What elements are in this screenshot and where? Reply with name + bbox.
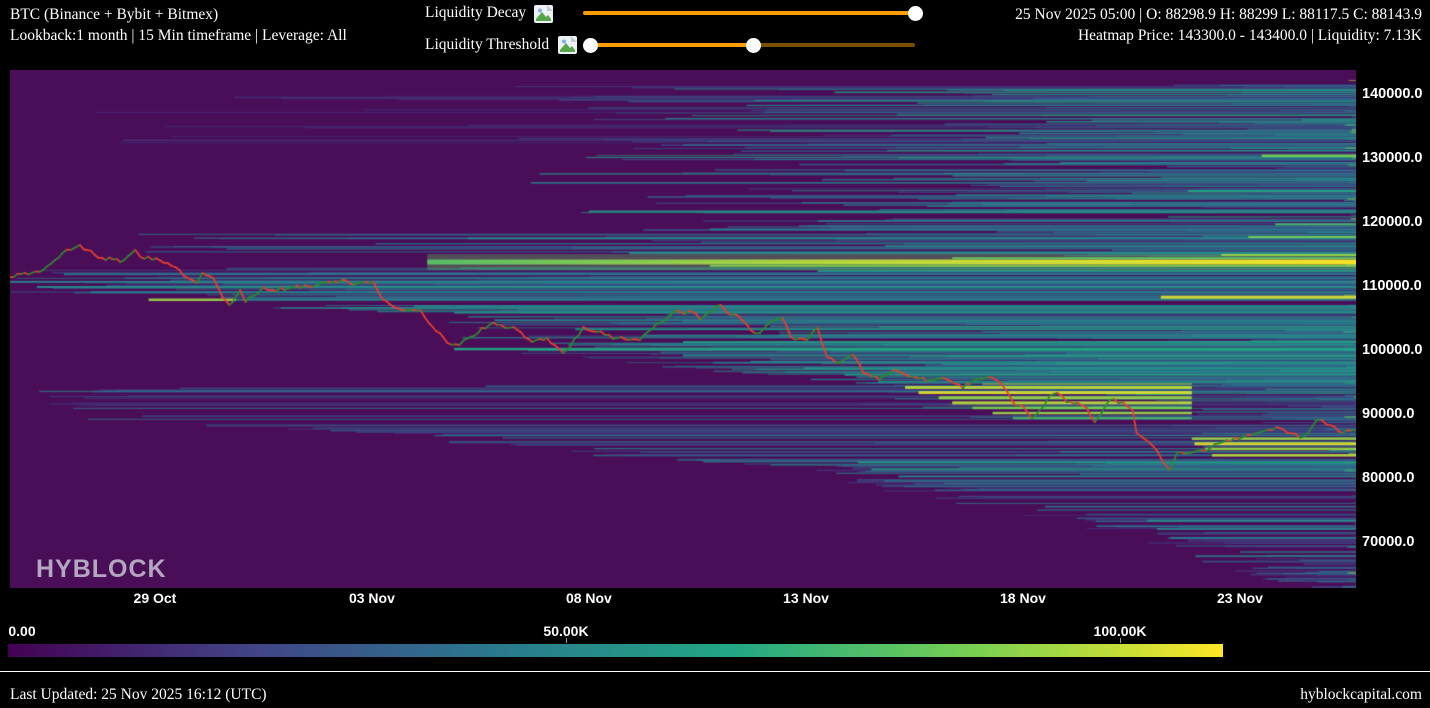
y-axis-label: 70000.0	[1362, 534, 1414, 550]
y-axis-label: 100000.0	[1362, 342, 1422, 358]
x-axis-label: 08 Nov	[549, 590, 629, 606]
colorbar-gradient	[8, 644, 1223, 657]
y-axis-label: 90000.0	[1362, 406, 1414, 422]
y-axis-label: 110000.0	[1362, 278, 1422, 294]
liquidity-decay-slider-thumb[interactable]	[908, 6, 923, 21]
y-axis-label: 130000.0	[1362, 150, 1422, 166]
colorbar-tick	[566, 638, 567, 643]
heatmap-hover-readout: Heatmap Price: 143300.0 - 143400.0 | Liq…	[1015, 25, 1422, 46]
footer-divider	[0, 671, 1430, 672]
liquidation-heatmap-app: BTC (Binance + Bybit + Bitmex) Lookback:…	[0, 0, 1430, 708]
liquidity-threshold-high-thumb[interactable]	[746, 38, 761, 53]
liquidity-threshold-label: Liquidity Threshold	[425, 36, 549, 54]
y-axis-label: 120000.0	[1362, 214, 1422, 230]
x-axis-label: 03 Nov	[332, 590, 412, 606]
colorbar-label: 0.00	[0, 623, 67, 639]
liquidity-threshold-low-thumb[interactable]	[583, 38, 598, 53]
x-axis-label: 13 Nov	[766, 590, 846, 606]
colorbar-tick	[1120, 638, 1121, 643]
hyblock-watermark: HYBLOCK	[36, 555, 167, 584]
liquidity-threshold-slider-range[interactable]	[590, 43, 753, 47]
symbol-title: BTC (Binance + Bybit + Bitmex)	[10, 4, 347, 25]
liquidity-decay-label: Liquidity Decay	[425, 4, 526, 22]
header-left: BTC (Binance + Bybit + Bitmex) Lookback:…	[10, 4, 347, 46]
header-right: 25 Nov 2025 05:00 | O: 88298.9 H: 88299 …	[1015, 4, 1422, 46]
colorbar-label: 100.00K	[1075, 623, 1165, 639]
last-updated-text: Last Updated: 25 Nov 2025 16:12 (UTC)	[10, 686, 267, 704]
broken-image-icon	[533, 4, 554, 24]
ohlc-readout: 25 Nov 2025 05:00 | O: 88298.9 H: 88299 …	[1015, 4, 1422, 25]
y-axis-label: 140000.0	[1362, 86, 1422, 102]
liquidity-decay-slider-track[interactable]	[583, 11, 915, 15]
lookback-subtitle: Lookback:1 month | 15 Min timeframe | Le…	[10, 25, 347, 46]
colorbar-label: 50.00K	[521, 623, 611, 639]
y-axis-label: 80000.0	[1362, 470, 1414, 486]
site-link[interactable]: hyblockcapital.com	[1300, 686, 1422, 704]
liquidation-heatmap-canvas[interactable]	[10, 70, 1356, 588]
x-axis-label: 23 Nov	[1200, 590, 1280, 606]
x-axis-label: 18 Nov	[983, 590, 1063, 606]
x-axis-label: 29 Oct	[115, 590, 195, 606]
broken-image-icon	[557, 35, 578, 55]
